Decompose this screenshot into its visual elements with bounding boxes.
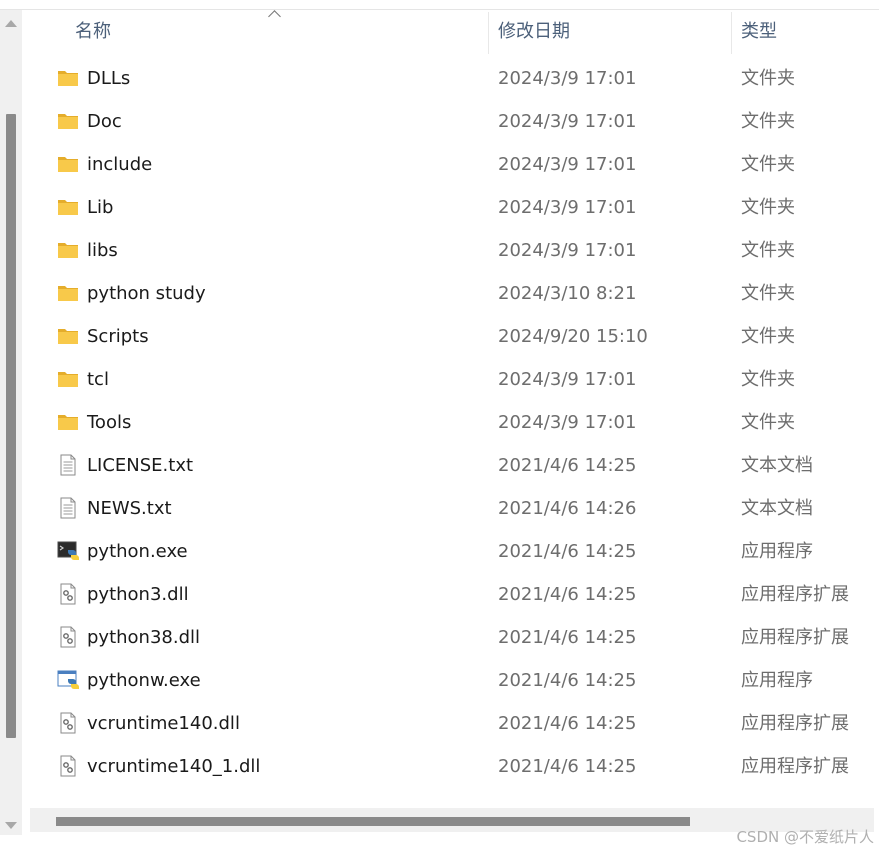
file-list: DLLs 2024/3/9 17:01 文件夹 Doc 2024/3/9 17:01 文件… — [22, 57, 879, 788]
file-type: 文本文档 — [741, 498, 813, 519]
file-name: NEWS.txt — [87, 498, 172, 519]
file-name: python38.dll — [87, 627, 201, 648]
file-row[interactable]: python3.dll 2021/4/6 14:25 应用程序扩展 — [22, 573, 879, 616]
folder-icon — [57, 282, 79, 304]
file-type: 应用程序扩展 — [741, 713, 849, 734]
file-row[interactable]: python.exe 2021/4/6 14:25 应用程序 — [22, 530, 879, 573]
file-name: LICENSE.txt — [87, 455, 194, 476]
file-type: 文件夹 — [741, 369, 795, 390]
dll-file-icon — [57, 626, 79, 648]
folder-icon — [57, 239, 79, 261]
file-type: 应用程序扩展 — [741, 756, 849, 777]
file-modified-date: 2024/3/9 17:01 — [498, 197, 637, 218]
file-name: libs — [87, 240, 118, 261]
file-name: Tools — [87, 412, 132, 433]
file-modified-date: 2021/4/6 14:25 — [498, 455, 637, 476]
file-row[interactable]: Doc 2024/3/9 17:01 文件夹 — [22, 100, 879, 143]
folder-icon — [57, 325, 79, 347]
folder-icon — [57, 368, 79, 390]
file-modified-date: 2021/4/6 14:25 — [498, 713, 637, 734]
file-modified-date: 2024/3/9 17:01 — [498, 154, 637, 175]
file-modified-date: 2021/4/6 14:25 — [498, 756, 637, 777]
folder-icon — [57, 110, 79, 132]
file-name: tcl — [87, 369, 109, 390]
file-name: Doc — [87, 111, 122, 132]
file-row[interactable]: Lib 2024/3/9 17:01 文件夹 — [22, 186, 879, 229]
file-modified-date: 2021/4/6 14:25 — [498, 541, 637, 562]
scroll-down-arrow-icon[interactable] — [5, 822, 17, 829]
column-divider[interactable] — [731, 12, 732, 54]
text-file-icon — [57, 497, 79, 519]
file-row[interactable]: DLLs 2024/3/9 17:01 文件夹 — [22, 57, 879, 100]
file-type: 应用程序 — [741, 541, 813, 562]
file-name: DLLs — [87, 68, 131, 89]
file-type: 文件夹 — [741, 68, 795, 89]
file-row[interactable]: tcl 2024/3/9 17:01 文件夹 — [22, 358, 879, 401]
file-row[interactable]: pythonw.exe 2021/4/6 14:25 应用程序 — [22, 659, 879, 702]
vertical-scroll-thumb[interactable] — [6, 114, 16, 738]
file-row[interactable]: LICENSE.txt 2021/4/6 14:25 文本文档 — [22, 444, 879, 487]
file-row[interactable]: python38.dll 2021/4/6 14:25 应用程序扩展 — [22, 616, 879, 659]
file-type: 文件夹 — [741, 197, 795, 218]
file-type: 应用程序 — [741, 670, 813, 691]
file-row[interactable]: libs 2024/3/9 17:01 文件夹 — [22, 229, 879, 272]
file-row[interactable]: vcruntime140.dll 2021/4/6 14:25 应用程序扩展 — [22, 702, 879, 745]
file-modified-date: 2024/3/9 17:01 — [498, 412, 637, 433]
file-modified-date: 2024/3/9 17:01 — [498, 369, 637, 390]
folder-icon — [57, 67, 79, 89]
file-type: 文件夹 — [741, 412, 795, 433]
folder-icon — [57, 411, 79, 433]
file-row[interactable]: Scripts 2024/9/20 15:10 文件夹 — [22, 315, 879, 358]
file-type: 文件夹 — [741, 111, 795, 132]
dll-file-icon — [57, 755, 79, 777]
file-row[interactable]: vcruntime140_1.dll 2021/4/6 14:25 应用程序扩展 — [22, 745, 879, 788]
file-type: 文件夹 — [741, 154, 795, 175]
file-type: 文件夹 — [741, 326, 795, 347]
folder-icon — [57, 153, 79, 175]
sort-ascending-icon — [268, 10, 281, 23]
folder-icon — [57, 196, 79, 218]
file-type: 文件夹 — [741, 283, 795, 304]
file-modified-date: 2024/3/9 17:01 — [498, 111, 637, 132]
vertical-scrollbar[interactable] — [0, 10, 22, 835]
scroll-up-arrow-icon[interactable] — [5, 20, 17, 27]
file-row[interactable]: include 2024/3/9 17:01 文件夹 — [22, 143, 879, 186]
column-header-type[interactable]: 类型 — [741, 10, 777, 54]
file-name: pythonw.exe — [87, 670, 201, 691]
file-name: vcruntime140_1.dll — [87, 756, 261, 777]
file-type: 文本文档 — [741, 455, 813, 476]
column-header-date[interactable]: 修改日期 — [498, 10, 570, 54]
file-type: 应用程序扩展 — [741, 627, 849, 648]
file-modified-date: 2021/4/6 14:26 — [498, 498, 637, 519]
text-file-icon — [57, 454, 79, 476]
file-name: Lib — [87, 197, 114, 218]
file-modified-date: 2021/4/6 14:25 — [498, 627, 637, 648]
watermark: CSDN @不爱纸片人 — [736, 828, 874, 846]
file-name: include — [87, 154, 153, 175]
file-modified-date: 2021/4/6 14:25 — [498, 670, 637, 691]
file-name: python.exe — [87, 541, 188, 562]
file-row[interactable]: python study 2024/3/10 8:21 文件夹 — [22, 272, 879, 315]
column-divider[interactable] — [488, 12, 489, 54]
file-name: Scripts — [87, 326, 149, 347]
column-header-name[interactable]: 名称 — [75, 10, 111, 54]
file-modified-date: 2024/3/9 17:01 — [498, 68, 637, 89]
horizontal-scroll-thumb[interactable] — [56, 817, 690, 826]
file-type: 应用程序扩展 — [741, 584, 849, 605]
file-modified-date: 2024/9/20 15:10 — [498, 326, 648, 347]
file-modified-date: 2024/3/10 8:21 — [498, 283, 637, 304]
file-modified-date: 2024/3/9 17:01 — [498, 240, 637, 261]
column-header-row: 名称 修改日期 类型 — [22, 10, 879, 54]
file-name: python3.dll — [87, 584, 189, 605]
file-row[interactable]: NEWS.txt 2021/4/6 14:26 文本文档 — [22, 487, 879, 530]
file-name: vcruntime140.dll — [87, 713, 240, 734]
python-console-icon — [57, 540, 79, 562]
file-row[interactable]: Tools 2024/3/9 17:01 文件夹 — [22, 401, 879, 444]
file-name: python study — [87, 283, 206, 304]
dll-file-icon — [57, 712, 79, 734]
file-type: 文件夹 — [741, 240, 795, 261]
dll-file-icon — [57, 583, 79, 605]
file-modified-date: 2021/4/6 14:25 — [498, 584, 637, 605]
python-window-icon — [57, 669, 79, 691]
